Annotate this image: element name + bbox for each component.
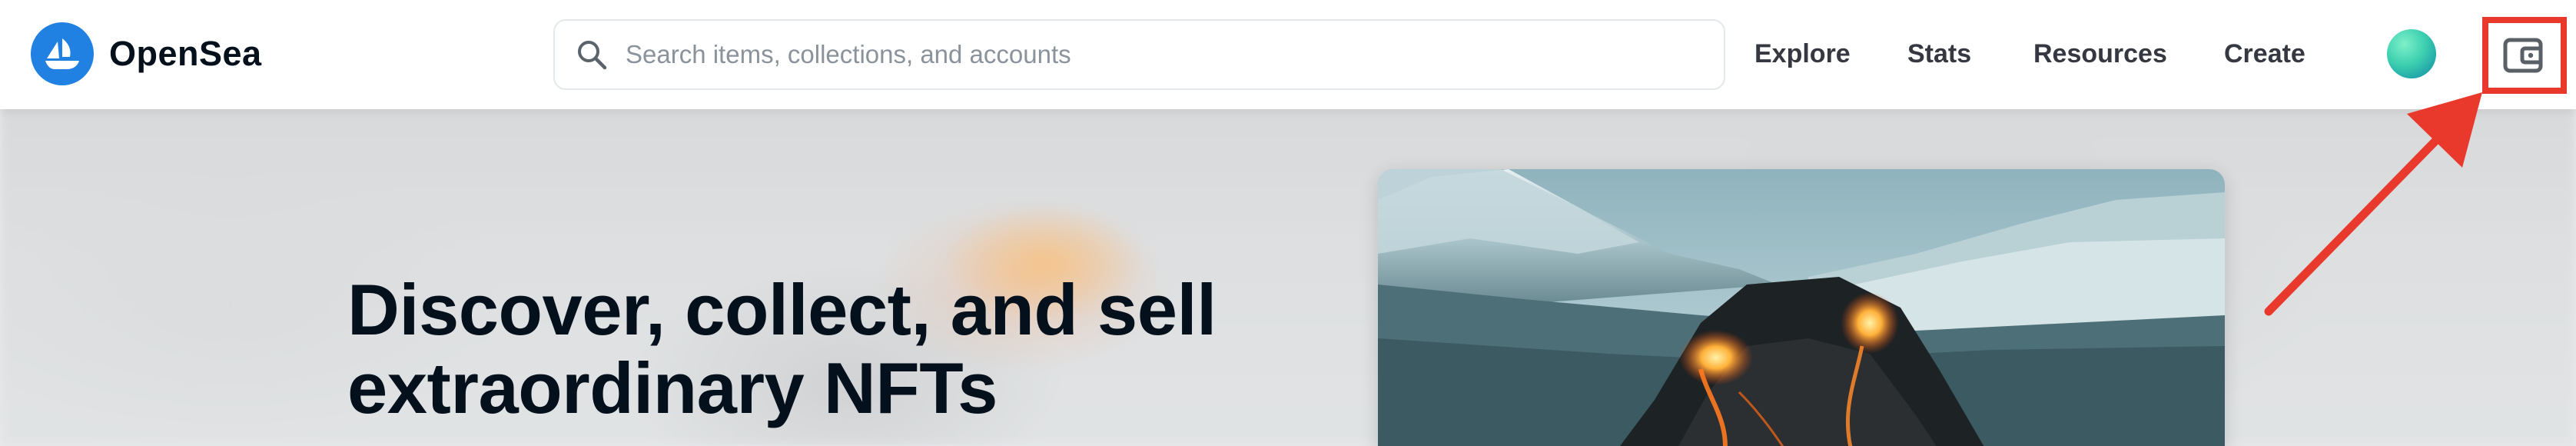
hero-heading: Discover, collect, and sell extraordinar… bbox=[347, 271, 1346, 428]
nav-create-link[interactable]: Create bbox=[2224, 31, 2305, 77]
featured-nft-card[interactable] bbox=[1378, 169, 2225, 446]
opensea-logo-icon bbox=[31, 22, 94, 85]
wallet-icon bbox=[2503, 38, 2543, 73]
brand-logo-link[interactable]: OpenSea bbox=[31, 22, 262, 86]
user-avatar-button[interactable] bbox=[2387, 29, 2436, 78]
search-input[interactable] bbox=[626, 32, 1724, 78]
hero-heading-line2: extraordinary NFTs bbox=[347, 348, 998, 428]
featured-nft-image bbox=[1378, 169, 2225, 446]
annotation-arrow bbox=[2264, 92, 2482, 316]
hero-heading-line1: Discover, collect, and sell bbox=[347, 269, 1217, 350]
search-bar[interactable] bbox=[553, 19, 1725, 90]
search-icon bbox=[578, 41, 607, 70]
nav-stats-link[interactable]: Stats bbox=[1907, 31, 1971, 77]
nav-explore-link[interactable]: Explore bbox=[1754, 31, 1851, 77]
brand-name: OpenSea bbox=[109, 34, 262, 73]
top-navbar: OpenSea Explore Stats Resources Create bbox=[0, 0, 2576, 109]
nav-resources-link[interactable]: Resources bbox=[2033, 31, 2167, 77]
